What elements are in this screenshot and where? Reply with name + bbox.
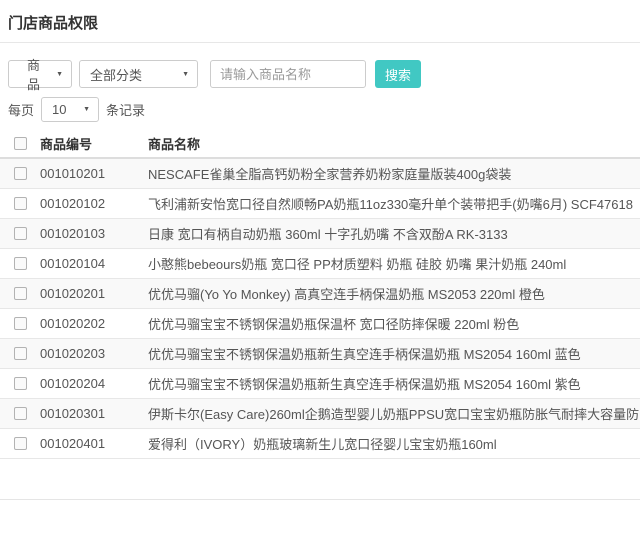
row-checkbox-cell (0, 227, 40, 240)
product-name-input[interactable] (210, 60, 366, 88)
column-header-product-id: 商品编号 (40, 134, 148, 153)
table-body: 001010201 NESCAFE雀巢全脂高钙奶粉全家营养奶粉家庭量版装400g… (0, 159, 640, 459)
product-name-cell: 优优马骝宝宝不锈钢保温奶瓶新生真空连手柄保温奶瓶 MS2054 160ml 蓝色 (148, 344, 640, 363)
per-page-row: 每页 10 ▼ 条记录 (8, 97, 632, 122)
row-checkbox[interactable] (14, 317, 27, 330)
product-id-cell: 001010201 (40, 166, 148, 181)
row-checkbox[interactable] (14, 407, 27, 420)
per-page-suffix-label: 条记录 (106, 100, 145, 119)
chevron-down-icon: ▼ (182, 71, 189, 78)
column-header-product-name: 商品名称 (148, 134, 640, 153)
per-page-prefix-label: 每页 (8, 100, 34, 119)
page-title: 门店商品权限 (0, 0, 640, 42)
table-row: 001010201 NESCAFE雀巢全脂高钙奶粉全家营养奶粉家庭量版装400g… (0, 159, 640, 189)
product-name-cell: 优优马骝宝宝不锈钢保温奶瓶保温杯 宽口径防摔保暖 220ml 粉色 (148, 314, 640, 333)
product-name-cell: 日康 宽口有柄自动奶瓶 360ml 十字孔奶嘴 不含双酚A RK-3133 (148, 224, 640, 243)
row-checkbox[interactable] (14, 377, 27, 390)
row-checkbox-cell (0, 377, 40, 390)
product-id-cell: 001020201 (40, 286, 148, 301)
header-checkbox-cell (0, 137, 40, 150)
table-header-row: 商品编号 商品名称 (0, 129, 640, 159)
panel-bottom-border (0, 459, 640, 500)
row-checkbox[interactable] (14, 197, 27, 210)
product-id-cell: 001020104 (40, 256, 148, 271)
table-row: 001020102 飞利浦新安怡宽口径自然顺畅PA奶瓶11oz330毫升单个装带… (0, 189, 640, 219)
table-row: 001020202 优优马骝宝宝不锈钢保温奶瓶保温杯 宽口径防摔保暖 220ml… (0, 309, 640, 339)
chevron-down-icon: ▼ (83, 106, 90, 113)
row-checkbox[interactable] (14, 287, 27, 300)
table-row: 001020401 爱得利（IVORY）奶瓶玻璃新生儿宽口径婴儿宝宝奶瓶160m… (0, 429, 640, 459)
table-row: 001020204 优优马骝宝宝不锈钢保温奶瓶新生真空连手柄保温奶瓶 MS205… (0, 369, 640, 399)
select-all-checkbox[interactable] (14, 137, 27, 150)
product-id-cell: 001020401 (40, 436, 148, 451)
row-checkbox-cell (0, 257, 40, 270)
product-id-cell: 001020301 (40, 406, 148, 421)
table-row: 001020104 小憨熊bebeours奶瓶 宽口径 PP材质塑料 奶瓶 硅胶… (0, 249, 640, 279)
product-id-cell: 001020204 (40, 376, 148, 391)
per-page-select-value: 10 (52, 102, 66, 117)
table-row: 001020103 日康 宽口有柄自动奶瓶 360ml 十字孔奶嘴 不含双酚A … (0, 219, 640, 249)
row-checkbox-cell (0, 407, 40, 420)
product-id-cell: 001020203 (40, 346, 148, 361)
product-name-cell: 爱得利（IVORY）奶瓶玻璃新生儿宽口径婴儿宝宝奶瓶160ml (148, 434, 640, 453)
product-table: 商品编号 商品名称 001010201 NESCAFE雀巢全脂高钙奶粉全家营养奶… (0, 129, 640, 459)
table-row: 001020301 伊斯卡尔(Easy Care)260ml企鹅造型婴儿奶瓶PP… (0, 399, 640, 429)
product-id-cell: 001020102 (40, 196, 148, 211)
product-id-cell: 001020202 (40, 316, 148, 331)
search-button[interactable]: 搜索 (375, 60, 421, 88)
product-type-select[interactable]: 商品 ▼ (8, 60, 72, 88)
row-checkbox[interactable] (14, 227, 27, 240)
product-name-cell: 飞利浦新安怡宽口径自然顺畅PA奶瓶11oz330毫升单个装带把手(奶嘴6月) S… (148, 194, 640, 213)
product-name-cell: 优优马骝宝宝不锈钢保温奶瓶新生真空连手柄保温奶瓶 MS2054 160ml 紫色 (148, 374, 640, 393)
row-checkbox-cell (0, 167, 40, 180)
product-name-cell: NESCAFE雀巢全脂高钙奶粉全家营养奶粉家庭量版装400g袋装 (148, 164, 640, 183)
row-checkbox-cell (0, 317, 40, 330)
filter-bar: 商品 ▼ 全部分类 ▼ 搜索 (8, 60, 632, 88)
product-name-cell: 伊斯卡尔(Easy Care)260ml企鹅造型婴儿奶瓶PPSU宽口宝宝奶瓶防胀… (148, 404, 640, 423)
product-id-cell: 001020103 (40, 226, 148, 241)
table-row: 001020201 优优马骝(Yo Yo Monkey) 高真空连手柄保温奶瓶 … (0, 279, 640, 309)
table-row: 001020203 优优马骝宝宝不锈钢保温奶瓶新生真空连手柄保温奶瓶 MS205… (0, 339, 640, 369)
product-type-select-value: 商品 (27, 55, 50, 93)
row-checkbox-cell (0, 287, 40, 300)
row-checkbox-cell (0, 347, 40, 360)
category-select-value: 全部分类 (90, 65, 142, 84)
product-name-cell: 小憨熊bebeours奶瓶 宽口径 PP材质塑料 奶瓶 硅胶 奶嘴 果汁奶瓶 2… (148, 254, 640, 273)
row-checkbox[interactable] (14, 437, 27, 450)
row-checkbox[interactable] (14, 347, 27, 360)
category-select[interactable]: 全部分类 ▼ (79, 60, 198, 88)
per-page-select[interactable]: 10 ▼ (41, 97, 99, 122)
chevron-down-icon: ▼ (56, 71, 63, 78)
row-checkbox-cell (0, 197, 40, 210)
row-checkbox-cell (0, 437, 40, 450)
title-divider (0, 42, 640, 43)
row-checkbox[interactable] (14, 167, 27, 180)
row-checkbox[interactable] (14, 257, 27, 270)
product-name-cell: 优优马骝(Yo Yo Monkey) 高真空连手柄保温奶瓶 MS2053 220… (148, 284, 640, 303)
